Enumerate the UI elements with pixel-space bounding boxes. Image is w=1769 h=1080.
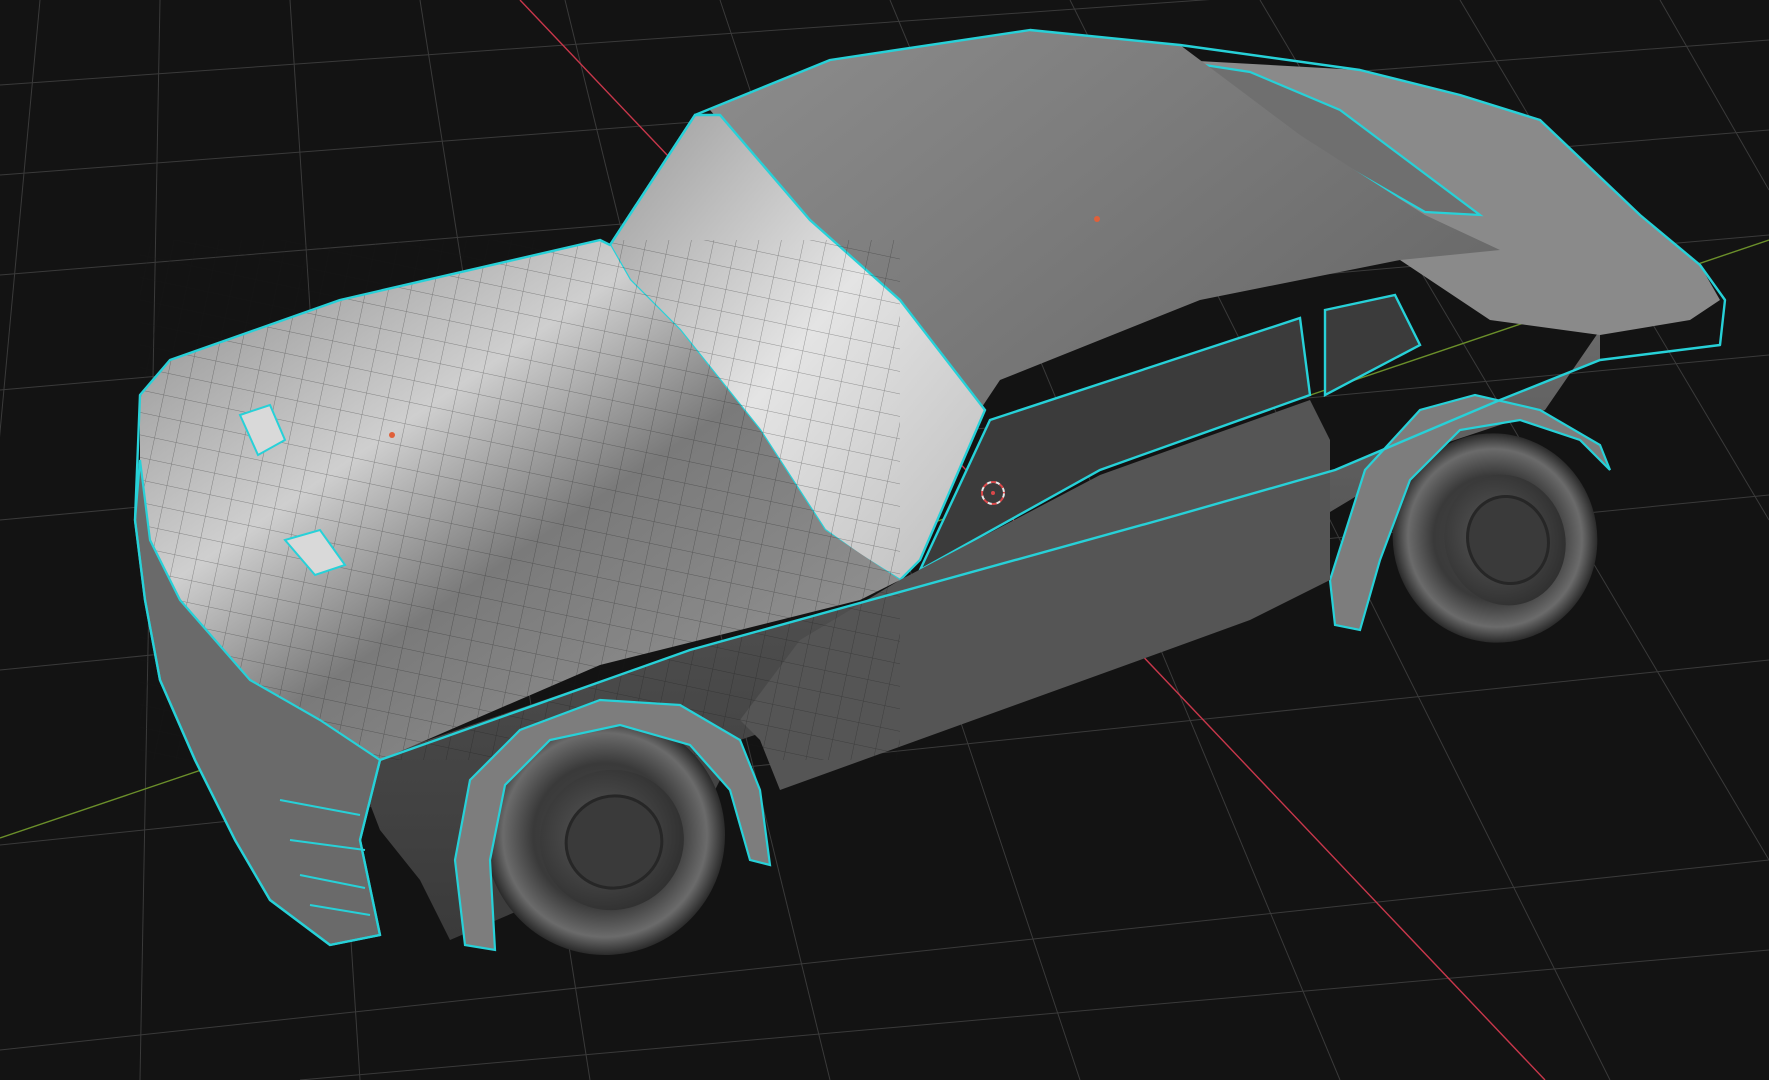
hood-origin-point[interactable] — [389, 432, 395, 438]
viewport-canvas[interactable] — [0, 0, 1769, 1080]
object-origin-point[interactable] — [1094, 216, 1100, 222]
side-window-rear — [1323, 293, 1422, 397]
car-mesh[interactable] — [133, 28, 1727, 982]
3d-viewport[interactable] — [0, 0, 1769, 1080]
